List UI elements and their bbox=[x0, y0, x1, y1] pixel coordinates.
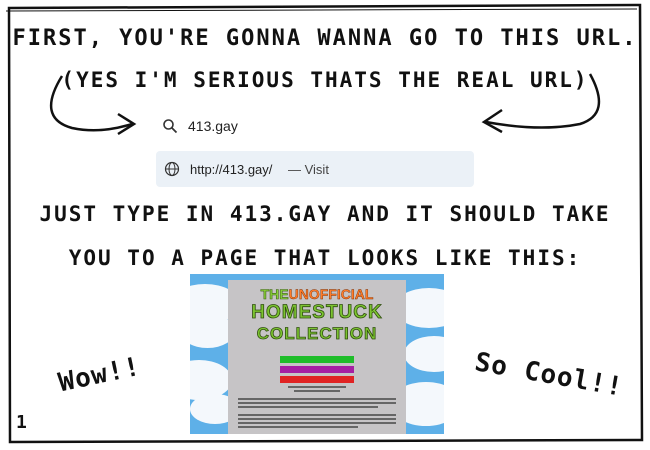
site-content-panel: THEUNOFFICIAL HOMESTUCK COLLECTION bbox=[228, 280, 406, 434]
site-title-collection: COLLECTION bbox=[256, 324, 378, 344]
site-text-line bbox=[238, 426, 358, 428]
site-text-line bbox=[288, 386, 346, 388]
comic-line-3: Just type in 413.gay and it should take bbox=[39, 202, 611, 226]
url-suggestion[interactable]: http://413.gay/ — Visit bbox=[156, 151, 474, 187]
panel-number: 1 bbox=[16, 412, 27, 433]
search-icon bbox=[163, 119, 178, 134]
site-button-red bbox=[280, 376, 354, 383]
site-text-line bbox=[238, 406, 378, 408]
site-text-line bbox=[294, 390, 340, 392]
site-text-line bbox=[238, 398, 396, 400]
globe-icon bbox=[164, 161, 180, 177]
suggestion-url: http://413.gay/ bbox=[190, 162, 273, 177]
site-button-green bbox=[280, 356, 354, 363]
comic-line-2: (Yes I'm serious thats the real url) bbox=[61, 68, 589, 92]
site-text-line bbox=[238, 402, 396, 404]
comic-line-1: First, you're gonna wanna go to this URL… bbox=[12, 26, 638, 51]
comic-line-4: you to a page that looks like this: bbox=[68, 246, 582, 270]
website-preview-screenshot: THEUNOFFICIAL HOMESTUCK COLLECTION bbox=[190, 274, 444, 434]
address-bar-text: 413.gay bbox=[188, 118, 238, 134]
site-text-line bbox=[238, 418, 396, 420]
site-title-the: THE bbox=[260, 286, 289, 303]
site-title-homestuck: HOMESTUCK bbox=[251, 302, 383, 324]
site-button-purple bbox=[280, 366, 354, 373]
site-title-top: THEUNOFFICIAL bbox=[228, 286, 406, 303]
address-bar[interactable]: 413.gay bbox=[150, 108, 470, 146]
site-text-line bbox=[238, 414, 396, 416]
suggestion-visit-label: — Visit bbox=[288, 162, 329, 177]
site-text-line bbox=[238, 422, 396, 424]
site-title-unofficial: UNOFFICIAL bbox=[288, 286, 374, 302]
